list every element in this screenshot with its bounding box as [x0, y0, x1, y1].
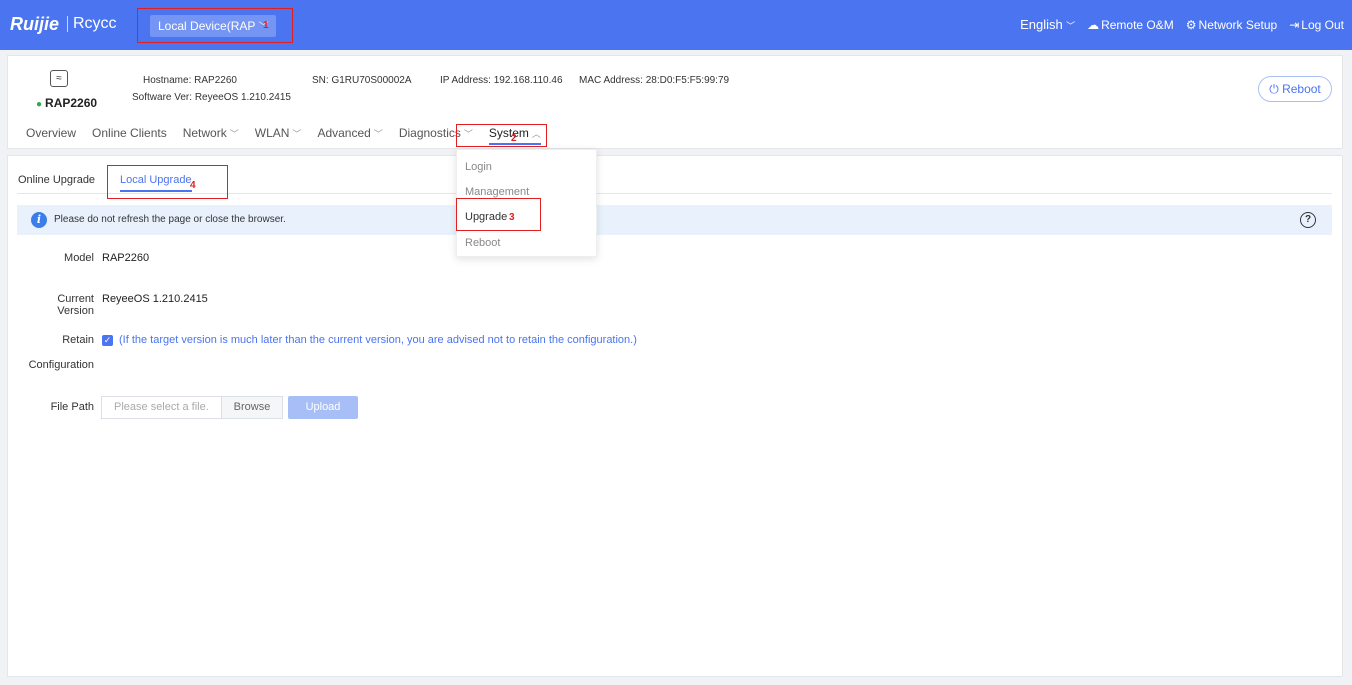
reyee-logo: Rcycc: [73, 15, 117, 32]
ruijie-logo: Ruijie: [10, 14, 60, 34]
reboot-label: Reboot: [1282, 82, 1321, 96]
language-selector[interactable]: English ﹀: [1020, 17, 1075, 32]
chevron-down-icon: ﹀: [229, 129, 239, 139]
chevron-down-icon: ﹀: [373, 129, 383, 139]
file-path-input[interactable]: Please select a file.: [101, 396, 221, 419]
step-4-label: 4: [190, 180, 196, 191]
power-icon: ⏻: [1269, 82, 1279, 96]
chevron-down-icon: ﹀: [1066, 21, 1076, 31]
hostname-label: Hostname:: [143, 75, 192, 86]
network-setup-label: Network Setup: [1198, 17, 1278, 32]
dropdown-item-management[interactable]: Management: [465, 186, 529, 198]
model-label: Model: [64, 252, 94, 264]
current-version-label: Current Version: [57, 293, 94, 317]
step-1-label: 1: [263, 20, 269, 31]
dropdown-item-reboot[interactable]: Reboot: [465, 237, 500, 249]
retain-label: Retain: [62, 334, 94, 346]
ip-row: IP Address: 192.168.110.46: [440, 75, 563, 86]
browse-button[interactable]: Browse: [221, 396, 283, 419]
nav-network[interactable]: Network ﹀: [183, 126, 239, 145]
device-name-label: RAP2260: [45, 96, 98, 110]
annotation-box-3: [456, 198, 541, 231]
retain-note: (If the target version is much later tha…: [119, 334, 637, 346]
help-icon[interactable]: ?: [1300, 212, 1316, 228]
step-3-label: 3: [509, 212, 515, 223]
ip-value: 192.168.110.46: [493, 75, 563, 86]
nav-overview[interactable]: Overview: [26, 126, 76, 145]
network-icon: ⚙: [1185, 17, 1197, 32]
sn-row: SN: G1RU70S00002A: [312, 75, 412, 86]
sn-value: G1RU70S00002A: [331, 75, 412, 86]
mac-value: 28:D0:F5:F5:99:79: [645, 75, 730, 86]
software-value: ReyeeOS 1.210.2415: [194, 92, 291, 103]
online-status-dot: ●: [36, 99, 43, 110]
upload-button[interactable]: Upload: [288, 396, 358, 419]
chevron-down-icon: ﹀: [292, 129, 302, 139]
info-alert: i Please do not refresh the page or clos…: [17, 205, 1332, 235]
logout-icon: ⇥: [1289, 17, 1300, 32]
sn-label: SN:: [312, 75, 329, 86]
network-setup-link[interactable]: ⚙ Network Setup: [1186, 18, 1277, 32]
configuration-label: Configuration: [28, 359, 94, 371]
mac-label: MAC Address:: [579, 75, 643, 86]
model-value: RAP2260: [102, 252, 150, 264]
nav-wlan[interactable]: WLAN ﹀: [255, 126, 302, 145]
retain-checkbox[interactable]: ✓: [102, 335, 113, 346]
ip-label: IP Address:: [440, 75, 491, 86]
mac-row: MAC Address: 28:D0:F5:F5:99:79: [579, 75, 729, 86]
nav-advanced-label: Advanced: [317, 126, 371, 140]
logo-divider: [67, 16, 68, 32]
tab-online-upgrade[interactable]: Online Upgrade: [18, 174, 95, 186]
logout-label: Log Out: [1301, 17, 1344, 32]
nav-wlan-label: WLAN: [254, 126, 290, 140]
alert-text: Please do not refresh the page or close …: [54, 214, 286, 225]
annotation-box-2: [456, 124, 547, 147]
nav-diagnostics-label: Diagnostics: [398, 126, 461, 140]
annotation-box-4: [107, 165, 228, 199]
nav-network-label: Network: [182, 126, 227, 140]
language-label: English: [1020, 17, 1063, 32]
step-2-label: 2: [511, 133, 517, 144]
reboot-button[interactable]: ⏻ Reboot: [1258, 76, 1332, 102]
annotation-box-1: [137, 8, 293, 43]
file-path-label: File Path: [50, 401, 94, 413]
current-version-value: ReyeeOS 1.210.2415: [102, 293, 208, 305]
wifi-icon: ≈: [50, 70, 68, 87]
nav-online-clients[interactable]: Online Clients: [92, 126, 167, 145]
remote-om-label: Remote O&M: [1101, 17, 1174, 32]
dropdown-item-login[interactable]: Login: [465, 161, 492, 173]
hostname-row: Hostname: RAP2260: [143, 75, 237, 86]
logout-link[interactable]: ⇥ Log Out: [1289, 18, 1344, 32]
remote-om-link[interactable]: ☁ Remote O&M: [1087, 18, 1174, 32]
nav-advanced[interactable]: Advanced ﹀: [317, 126, 382, 145]
software-row: Software Ver: ReyeeOS 1.210.2415: [132, 92, 291, 103]
device-name: ● RAP2260: [36, 96, 97, 110]
hostname-value: RAP2260: [194, 75, 237, 86]
info-icon: i: [31, 212, 47, 228]
cloud-icon: ☁: [1087, 17, 1100, 32]
software-label: Software Ver:: [132, 92, 193, 103]
top-right-menu: English ﹀ ☁ Remote O&M ⚙ Network Setup ⇥ Lo…: [1020, 17, 1344, 32]
